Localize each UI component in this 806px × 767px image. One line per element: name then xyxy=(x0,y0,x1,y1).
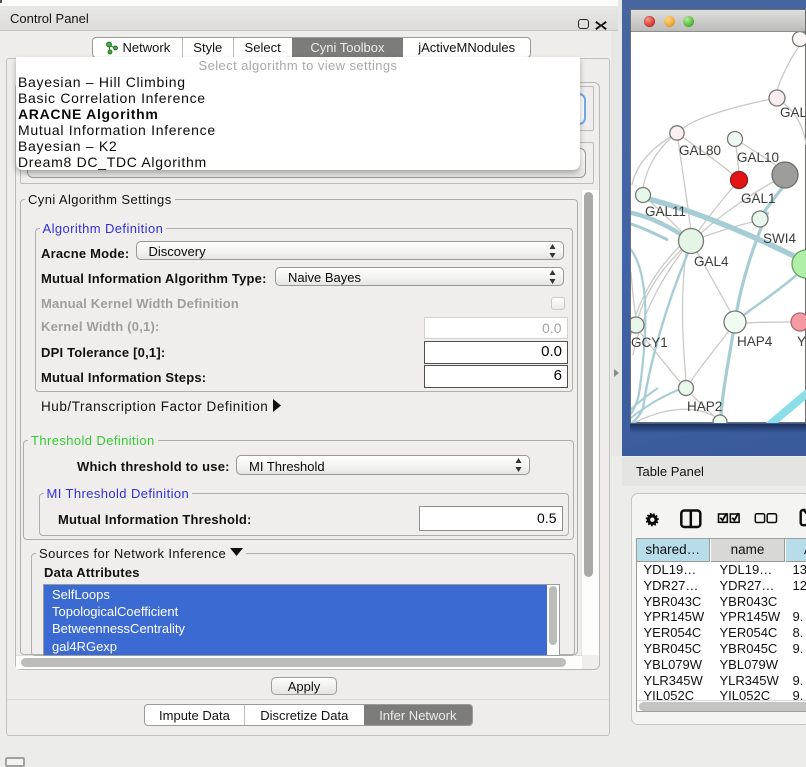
svg-text:GCY1: GCY1 xyxy=(631,335,668,350)
svg-text:SWI4: SWI4 xyxy=(763,231,796,246)
svg-text:YD: YD xyxy=(797,334,806,349)
svg-text:GAL11: GAL11 xyxy=(645,204,686,219)
svg-text:GAL4: GAL4 xyxy=(694,254,729,269)
svg-text:GAL2: GAL2 xyxy=(780,105,806,120)
svg-text:GAL80: GAL80 xyxy=(679,143,721,158)
svg-text:GAL10: GAL10 xyxy=(737,150,779,165)
svg-text:GAL1: GAL1 xyxy=(741,191,776,206)
svg-text:HAP2: HAP2 xyxy=(687,399,722,414)
svg-text:HAP4: HAP4 xyxy=(737,334,773,349)
